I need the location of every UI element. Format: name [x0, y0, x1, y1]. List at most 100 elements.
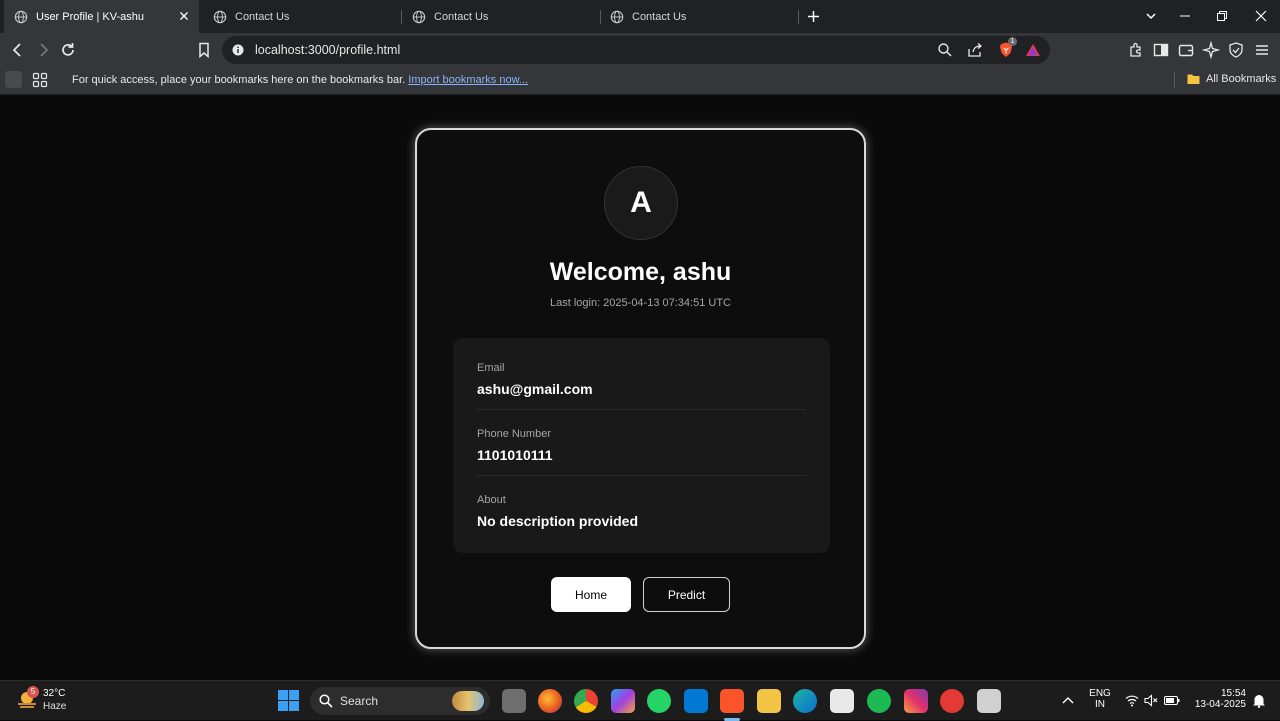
- tab-strip: User Profile | KV-ashu Contact Us Contac…: [0, 0, 1280, 33]
- profile-card: A Welcome, ashu Last login: 2025-04-13 0…: [415, 128, 866, 649]
- tab-contact-us-2[interactable]: Contact Us: [404, 0, 599, 33]
- extensions-icon[interactable]: [1127, 41, 1145, 59]
- phone-field: Phone Number 1101010111: [477, 428, 806, 463]
- home-button[interactable]: Home: [551, 577, 631, 612]
- field-divider: [477, 475, 806, 476]
- leo-ai-icon[interactable]: [1202, 41, 1220, 59]
- bookmarks-bar: For quick access, place your bookmarks h…: [0, 67, 1280, 95]
- minimize-icon[interactable]: [1178, 9, 1192, 23]
- globe-icon: [14, 10, 28, 23]
- address-bar[interactable]: localhost:3000/profile.html 1: [222, 36, 1050, 64]
- wifi-icon[interactable]: [1125, 694, 1139, 707]
- tab-separator: [798, 10, 799, 24]
- search-icon: [319, 694, 333, 708]
- language-code: ENG: [1089, 688, 1111, 699]
- language-indicator[interactable]: ENG IN: [1088, 688, 1112, 710]
- email-value: ashu@gmail.com: [477, 381, 593, 397]
- microsoft-store-icon[interactable]: [830, 689, 854, 713]
- task-view-icon[interactable]: [502, 689, 526, 713]
- close-window-icon[interactable]: [1254, 9, 1268, 23]
- vpn-shield-icon[interactable]: [1227, 41, 1245, 59]
- import-bookmarks-link[interactable]: Import bookmarks now...: [408, 74, 528, 86]
- notification-bell-icon[interactable]: [1252, 693, 1266, 708]
- tab-separator: [600, 10, 601, 24]
- zoom-icon[interactable]: [937, 42, 953, 58]
- brave-rewards-icon[interactable]: [1025, 42, 1041, 58]
- search-highlight-icon: [452, 691, 484, 711]
- new-tab-icon[interactable]: [806, 9, 821, 24]
- about-field: About No description provided: [477, 494, 806, 529]
- profile-info-panel: Email ashu@gmail.com Phone Number 110101…: [453, 338, 830, 553]
- email-label: Email: [477, 362, 505, 374]
- predict-button[interactable]: Predict: [643, 577, 730, 612]
- last-login-text: Last login: 2025-04-13 07:34:51 UTC: [549, 297, 731, 309]
- firefox-icon[interactable]: [538, 689, 562, 713]
- language-region: IN: [1095, 699, 1105, 710]
- tab-label: Contact Us: [434, 10, 489, 23]
- windows-taskbar: 5 32°C Haze Search ENG IN 15:54 13-04-20…: [0, 680, 1280, 721]
- globe-icon: [412, 10, 426, 23]
- copilot-icon[interactable]: [611, 689, 635, 713]
- folder-icon: [1187, 74, 1200, 84]
- welcome-heading: Welcome, ashu: [549, 258, 732, 286]
- instagram-icon[interactable]: [904, 689, 928, 713]
- all-bookmarks-button[interactable]: All Bookmarks: [1187, 73, 1276, 85]
- speaker-muted-icon[interactable]: [1144, 694, 1158, 707]
- reload-icon[interactable]: [59, 41, 77, 59]
- about-value: No description provided: [477, 513, 639, 529]
- bookmark-icon[interactable]: [195, 41, 213, 59]
- file-explorer-icon[interactable]: [757, 689, 781, 713]
- close-tab-icon[interactable]: [177, 9, 191, 23]
- tab-label: User Profile | KV-ashu: [36, 10, 145, 23]
- avatar: A: [604, 166, 678, 240]
- share-icon[interactable]: [967, 42, 983, 58]
- spotify-icon[interactable]: [867, 689, 891, 713]
- edge-icon[interactable]: [793, 689, 817, 713]
- weather-alert-badge: 5: [27, 686, 39, 698]
- snipping-tool-icon[interactable]: [977, 689, 1001, 713]
- wps-office-icon[interactable]: [940, 689, 964, 713]
- brave-icon[interactable]: [720, 689, 744, 713]
- menu-icon[interactable]: [1253, 41, 1271, 59]
- tab-contact-us-3[interactable]: Contact Us: [603, 0, 798, 33]
- windows-start-icon[interactable]: [278, 690, 299, 711]
- restore-icon[interactable]: [1215, 9, 1229, 23]
- vscode-icon[interactable]: [684, 689, 708, 713]
- weather-temp: 32°C: [43, 688, 66, 699]
- phone-label: Phone Number: [477, 428, 551, 440]
- bookmarks-hint-text: For quick access, place your bookmarks h…: [72, 74, 406, 86]
- chrome-icon[interactable]: [574, 689, 598, 713]
- globe-icon: [213, 10, 227, 23]
- battery-icon[interactable]: [1164, 695, 1180, 706]
- tab-label: Contact Us: [632, 10, 687, 23]
- bookmarks-placeholder-icon[interactable]: [5, 71, 22, 88]
- apps-grid-icon[interactable]: [32, 72, 48, 88]
- search-label: Search: [340, 694, 379, 708]
- back-icon[interactable]: [9, 41, 27, 59]
- whatsapp-icon[interactable]: [647, 689, 671, 713]
- weather-desc: Haze: [43, 701, 67, 712]
- url-text: localhost:3000/profile.html: [255, 43, 401, 57]
- clock-date: 13-04-2025: [1194, 699, 1246, 710]
- browser-toolbar: localhost:3000/profile.html 1: [0, 33, 1280, 67]
- shields-count-badge: 1: [1008, 37, 1017, 46]
- tab-user-profile[interactable]: User Profile | KV-ashu: [4, 0, 199, 33]
- tab-separator: [401, 10, 402, 24]
- tab-search-chevron-icon[interactable]: [1144, 9, 1158, 23]
- page-content: A Welcome, ashu Last login: 2025-04-13 0…: [0, 96, 1280, 680]
- tab-contact-us-1[interactable]: Contact Us: [205, 0, 400, 33]
- all-bookmarks-label: All Bookmarks: [1206, 73, 1277, 85]
- bookmarks-hint: For quick access, place your bookmarks h…: [72, 74, 528, 86]
- about-label: About: [477, 494, 506, 506]
- site-info-icon[interactable]: [232, 44, 244, 56]
- wallet-icon[interactable]: [1177, 41, 1195, 59]
- forward-icon[interactable]: [34, 41, 52, 59]
- field-divider: [477, 409, 806, 410]
- tab-label: Contact Us: [235, 10, 290, 23]
- sidebar-icon[interactable]: [1152, 41, 1170, 59]
- phone-value: 1101010111: [477, 447, 553, 463]
- show-hidden-icons-chevron[interactable]: [1062, 695, 1074, 705]
- taskbar-search[interactable]: Search: [310, 687, 490, 715]
- clock-time: 15:54: [1220, 688, 1246, 699]
- clock[interactable]: 15:54 13-04-2025: [1190, 688, 1246, 710]
